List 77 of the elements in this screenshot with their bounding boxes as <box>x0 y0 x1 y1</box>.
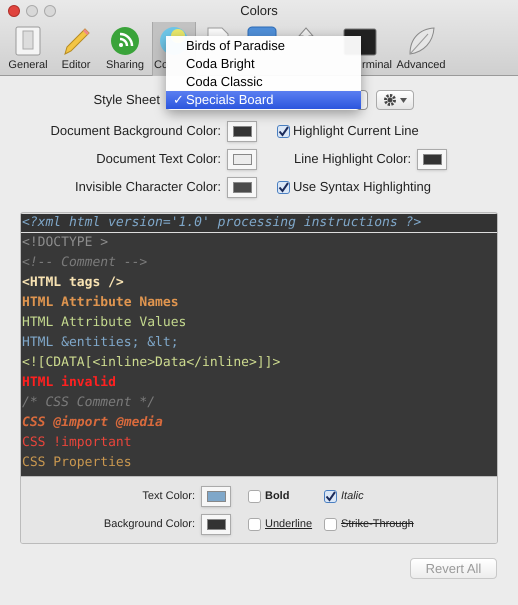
toolbar-label: Co <box>153 59 168 72</box>
code-text: HTML Attribute Values <box>22 315 186 330</box>
code-line[interactable]: CSS !important <box>21 433 497 453</box>
toolbar-item[interactable]: General <box>4 22 52 76</box>
style-color-label: Background Color: <box>102 516 196 532</box>
check-mark: ✓ <box>172 91 185 110</box>
toolbar-label: rminal <box>362 59 392 72</box>
close-button[interactable] <box>8 5 20 17</box>
code-line[interactable]: HTML &entities; &lt; <box>21 333 497 353</box>
checkbox[interactable] <box>277 180 290 194</box>
checkbox[interactable] <box>324 490 337 502</box>
code-text: HTML &entities; &lt; <box>22 335 179 350</box>
toolbar-item[interactable]: Advanced <box>394 22 448 76</box>
gear-menu-button[interactable] <box>376 90 414 110</box>
menu-item-label: Coda Bright <box>186 55 255 74</box>
menu-item-label: Birds of Paradise <box>186 37 285 56</box>
menu-item-label: Specials Board <box>186 91 274 110</box>
app-icon <box>247 26 277 36</box>
menu-item[interactable]: Coda Bright <box>166 55 361 73</box>
code-text: HTML Attribute Names <box>22 295 179 310</box>
code-text: CSS !important <box>22 435 132 450</box>
color-well[interactable] <box>227 176 257 198</box>
toolbar-label: Sharing <box>106 59 144 72</box>
code-text: <!-- Comment --> <box>22 255 148 270</box>
gear-icon <box>383 93 397 107</box>
code-text: /* CSS Comment */ <box>22 395 156 410</box>
code-line[interactable]: CSS Properties <box>21 453 497 473</box>
style-color-label: Text Color: <box>141 488 196 504</box>
color-well[interactable] <box>201 514 231 534</box>
color-well[interactable] <box>227 120 257 142</box>
checkbox[interactable] <box>248 490 261 502</box>
color-well[interactable] <box>227 148 257 170</box>
window-title: Colors <box>240 2 278 20</box>
menu-item[interactable]: Birds of Paradise <box>166 37 361 55</box>
code-text: CSS Properties <box>22 455 132 470</box>
code-line[interactable]: <!DOCTYPE > <box>21 233 497 253</box>
style-sheet-label: Style Sheet <box>92 91 160 110</box>
checkbox[interactable] <box>248 518 261 530</box>
toolbar-label: Editor <box>62 59 90 72</box>
setting-label: Document Background Color: <box>50 122 221 140</box>
checkbox-label: Use Syntax Highlighting <box>293 178 432 196</box>
toolbar-item[interactable]: Sharing <box>100 22 150 76</box>
code-text: <![CDATA[<inline>Data</inline>]]> <box>22 355 280 370</box>
toolbar-label: Advanced <box>396 59 446 72</box>
setting-label: Invisible Character Color: <box>75 178 221 196</box>
setting-label: Document Text Color: <box>96 150 221 168</box>
code-line[interactable]: <HTML tags /> <box>21 273 497 293</box>
option-label: Bold <box>265 488 290 504</box>
option-label: Italic <box>341 488 364 504</box>
code-line[interactable]: HTML invalid <box>21 373 497 393</box>
setting-label: Line Highlight Color: <box>294 150 412 168</box>
color-well[interactable] <box>417 148 448 170</box>
checkbox[interactable] <box>277 124 290 138</box>
code-line[interactable]: CSS @import @media <box>21 413 497 433</box>
menu-item[interactable]: ✓Specials Board <box>166 91 361 109</box>
menu-item[interactable]: Coda Classic <box>166 73 361 91</box>
checkbox-label: Highlight Current Line <box>293 122 419 140</box>
code-text: <!DOCTYPE > <box>22 235 108 250</box>
code-line[interactable]: HTML Attribute Names <box>21 293 497 313</box>
code-text: HTML invalid <box>22 375 116 390</box>
option-label: Underline <box>265 516 312 532</box>
code-text: CSS @import @media <box>22 415 163 430</box>
code-line[interactable]: <!-- Comment --> <box>21 253 497 273</box>
code-line[interactable]: <![CDATA[<inline>Data</inline>]]> <box>21 353 497 373</box>
switch-icon <box>15 26 41 56</box>
code-text: <?xml html version='1.0' processing instructions ?> <box>22 215 422 230</box>
color-well[interactable] <box>201 486 231 506</box>
menu-item-label: Coda Classic <box>186 73 263 92</box>
checkbox[interactable] <box>324 518 337 530</box>
wifi-icon <box>110 26 140 56</box>
toolbar-item[interactable]: Editor <box>54 22 98 76</box>
toolbar-label: General <box>8 59 48 72</box>
option-label: Strike-Through <box>341 516 414 532</box>
code-line[interactable]: HTML Attribute Values <box>21 313 497 333</box>
caret-icon <box>400 98 407 102</box>
code-text: <HTML tags /> <box>22 275 124 290</box>
code-line[interactable]: /* CSS Comment */ <box>21 393 497 413</box>
